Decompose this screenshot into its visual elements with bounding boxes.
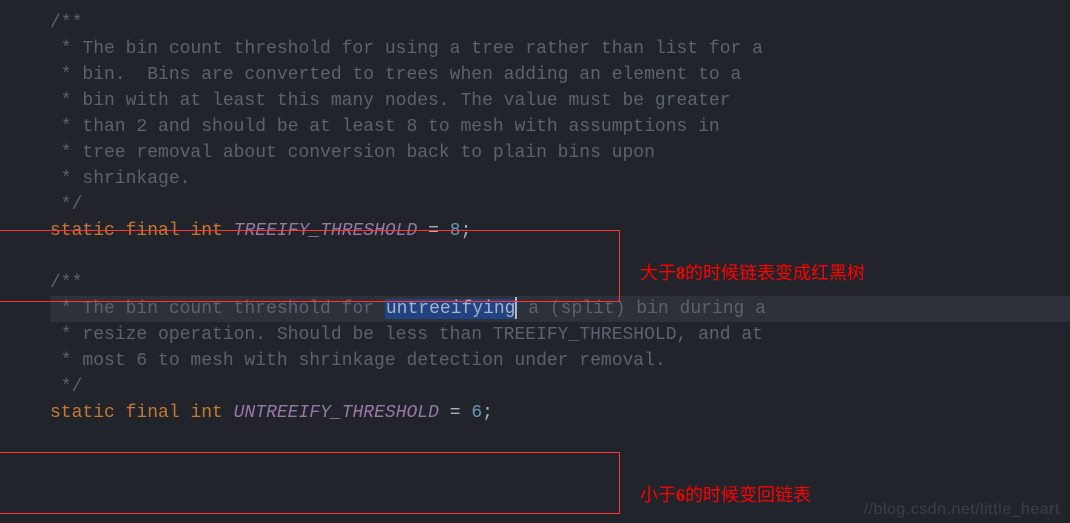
code-line: */ — [50, 374, 1070, 400]
const-untreeify: UNTREEIFY_THRESHOLD — [234, 403, 439, 423]
code-line: /** — [50, 270, 1070, 296]
comment-text: */ — [50, 377, 82, 397]
code-line: * bin with at least this many nodes. The… — [50, 88, 1070, 114]
comment-text: * bin. Bins are converted to trees when … — [50, 65, 741, 85]
code-line: */ — [50, 192, 1070, 218]
annotation-text-2: 小于6的时候变回链表 — [640, 482, 811, 508]
type-int: int — [190, 403, 222, 423]
type-int: int — [190, 221, 222, 241]
const-treeify: TREEIFY_THRESHOLD — [234, 221, 418, 241]
blank-line — [50, 244, 1070, 270]
code-line: * most 6 to mesh with shrinkage detectio… — [50, 348, 1070, 374]
op-eq: = — [428, 221, 439, 241]
num-6: 6 — [471, 403, 482, 423]
selected-word: untreeifying — [385, 299, 517, 319]
code-line-highlighted: * The bin count threshold for untreeifyi… — [50, 296, 1070, 322]
comment-text: * The bin count threshold for using a tr… — [50, 39, 763, 59]
code-line: * bin. Bins are converted to trees when … — [50, 62, 1070, 88]
code-line: static final int TREEIFY_THRESHOLD = 8; — [50, 218, 1070, 244]
code-line: * than 2 and should be at least 8 to mes… — [50, 114, 1070, 140]
code-line: static final int UNTREEIFY_THRESHOLD = 6… — [50, 400, 1070, 426]
annotation-text-1: 大于8的时候链表变成红黑树 — [640, 260, 865, 286]
comment-text: * tree removal about conversion back to … — [50, 143, 655, 163]
code-line: * shrinkage. — [50, 166, 1070, 192]
keyword-static: static — [50, 403, 115, 423]
op-semi: ; — [482, 403, 493, 423]
comment-text: * than 2 and should be at least 8 to mes… — [50, 117, 720, 137]
keyword-static: static — [50, 221, 115, 241]
annotation-box-2 — [0, 452, 620, 514]
comment-text: * The bin count threshold for — [50, 299, 385, 319]
keyword-final: final — [126, 403, 180, 423]
keyword-final: final — [126, 221, 180, 241]
comment-text: /** — [50, 273, 82, 293]
comment-text: * bin with at least this many nodes. The… — [50, 91, 731, 111]
code-editor[interactable]: /** * The bin count threshold for using … — [0, 0, 1070, 426]
comment-text: * shrinkage. — [50, 169, 190, 189]
code-line: * resize operation. Should be less than … — [50, 322, 1070, 348]
comment-text: */ — [50, 195, 82, 215]
op-semi: ; — [461, 221, 472, 241]
code-line: * tree removal about conversion back to … — [50, 140, 1070, 166]
comment-text: a (split) bin during a — [517, 299, 765, 319]
comment-text: /** — [50, 13, 82, 33]
num-8: 8 — [450, 221, 461, 241]
watermark: //blog.csdn.net/little_heart — [864, 501, 1060, 519]
op-eq: = — [450, 403, 461, 423]
comment-text: * most 6 to mesh with shrinkage detectio… — [50, 351, 666, 371]
code-line: /** — [50, 10, 1070, 36]
code-line: * The bin count threshold for using a tr… — [50, 36, 1070, 62]
comment-text: * resize operation. Should be less than … — [50, 325, 763, 345]
